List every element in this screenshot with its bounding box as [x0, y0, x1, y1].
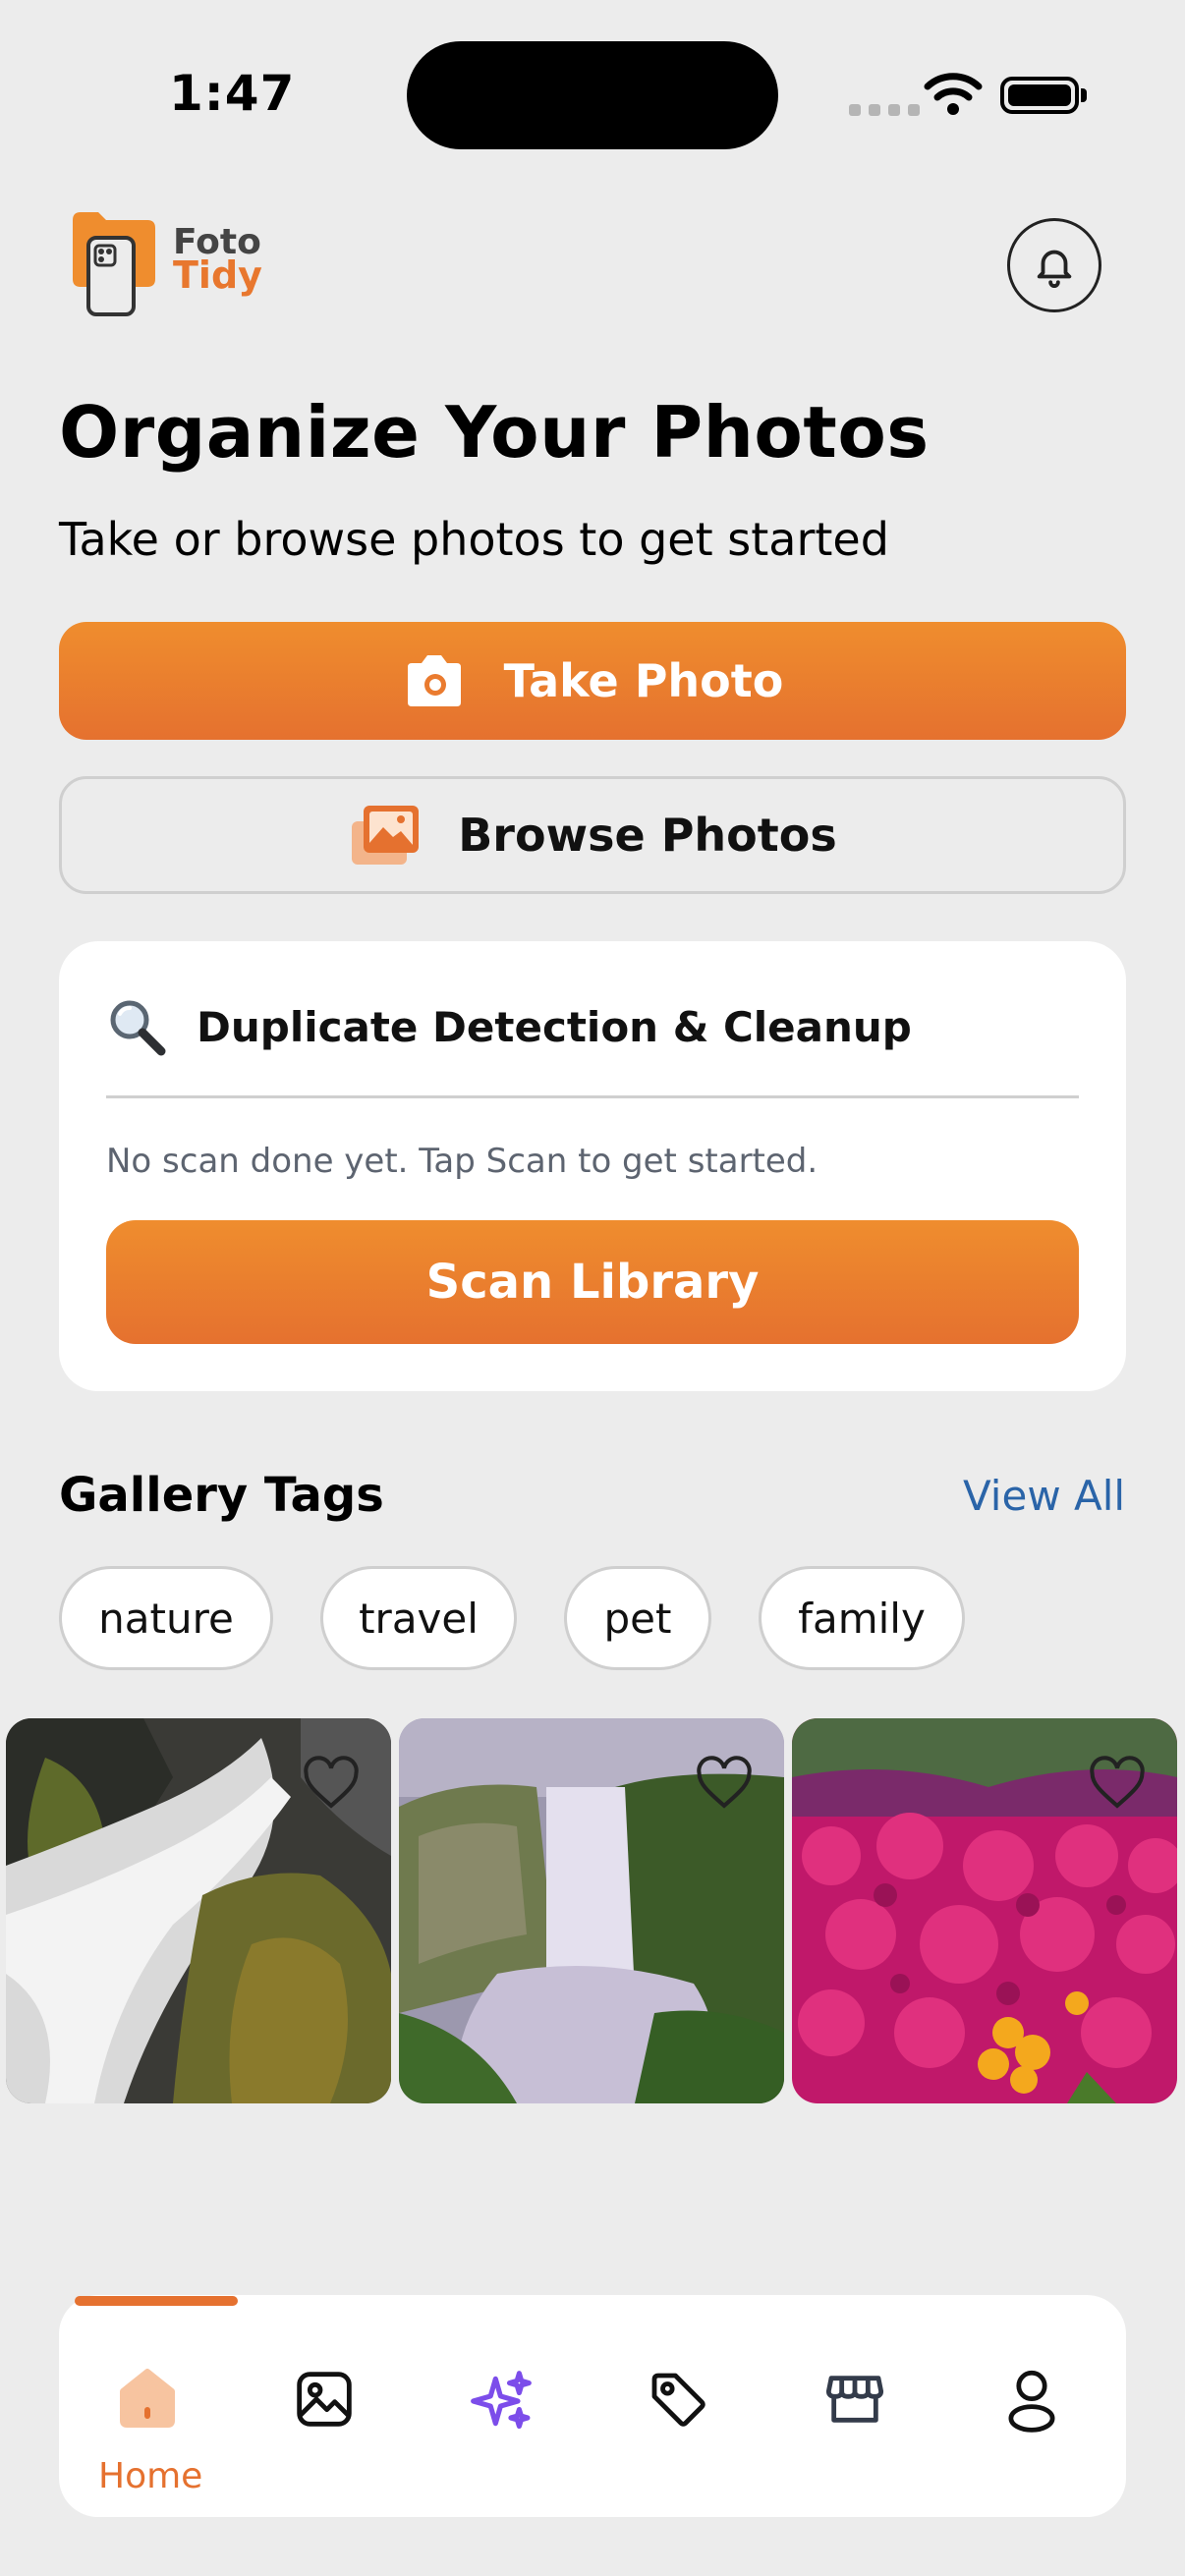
scan-library-label: Scan Library [425, 1255, 760, 1310]
signal-icon [849, 104, 920, 116]
tag-chip[interactable]: pet [564, 1566, 711, 1670]
user-icon [1008, 2370, 1055, 2433]
active-tab-indicator [75, 2296, 238, 2306]
tag-chip[interactable]: nature [59, 1566, 273, 1670]
browse-photos-label: Browse Photos [458, 809, 837, 862]
tag-chip[interactable]: family [759, 1566, 965, 1670]
nav-item-tags[interactable] [619, 2328, 737, 2446]
page-title: Organize Your Photos [59, 391, 930, 474]
magnifier-icon [110, 1000, 166, 1056]
photo-thumbnail[interactable] [6, 1718, 391, 2103]
wifi-icon [924, 71, 983, 120]
page-subtitle: Take or browse photos to get started [59, 513, 889, 566]
take-photo-label: Take Photo [503, 654, 784, 707]
duplicate-detection-card: Duplicate Detection & Cleanup No scan do… [59, 941, 1126, 1391]
heart-icon[interactable] [694, 1756, 755, 1811]
photo-thumbnail[interactable] [399, 1718, 784, 2103]
photo-thumbnail[interactable] [792, 1718, 1177, 2103]
battery-tip [1081, 88, 1087, 102]
home-icon [120, 2369, 175, 2428]
sparkles-icon [471, 2371, 532, 2430]
bottom-nav: Home [59, 2295, 1126, 2517]
bell-icon [1037, 250, 1072, 288]
tag-chip[interactable]: travel [320, 1566, 517, 1670]
store-icon [825, 2376, 884, 2423]
logo-text-tidy: Tidy [173, 253, 262, 297]
heart-icon[interactable] [301, 1756, 362, 1811]
heart-icon[interactable] [1087, 1756, 1148, 1811]
card-header: Duplicate Detection & Cleanup [106, 996, 912, 1057]
battery-icon [1000, 77, 1079, 114]
camera-icon [407, 655, 461, 706]
tag-icon [651, 2373, 705, 2427]
scan-status-text: No scan done yet. Tap Scan to get starte… [106, 1142, 818, 1181]
status-time: 1:47 [169, 65, 296, 122]
scan-library-button[interactable]: Scan Library [106, 1220, 1079, 1344]
take-photo-button[interactable]: Take Photo [59, 622, 1126, 740]
gallery-tags-title: Gallery Tags [59, 1468, 384, 1523]
notifications-button[interactable] [1007, 218, 1101, 312]
card-divider [106, 1095, 1079, 1098]
nav-item-store[interactable] [796, 2328, 914, 2446]
image-icon [297, 2372, 352, 2427]
nav-item-profile[interactable] [973, 2328, 1091, 2446]
browse-photos-button[interactable]: Browse Photos [59, 776, 1126, 894]
nav-item-home[interactable] [88, 2328, 206, 2446]
view-all-link[interactable]: View All [963, 1472, 1125, 1520]
nav-item-gallery[interactable] [265, 2328, 383, 2446]
tags-row: nature travel pet family [59, 1566, 1012, 1670]
images-icon [352, 806, 420, 865]
card-title: Duplicate Detection & Cleanup [197, 1002, 912, 1051]
dynamic-island [407, 41, 778, 149]
nav-label-home: Home [98, 2456, 203, 2496]
nav-item-ai[interactable] [442, 2328, 560, 2446]
